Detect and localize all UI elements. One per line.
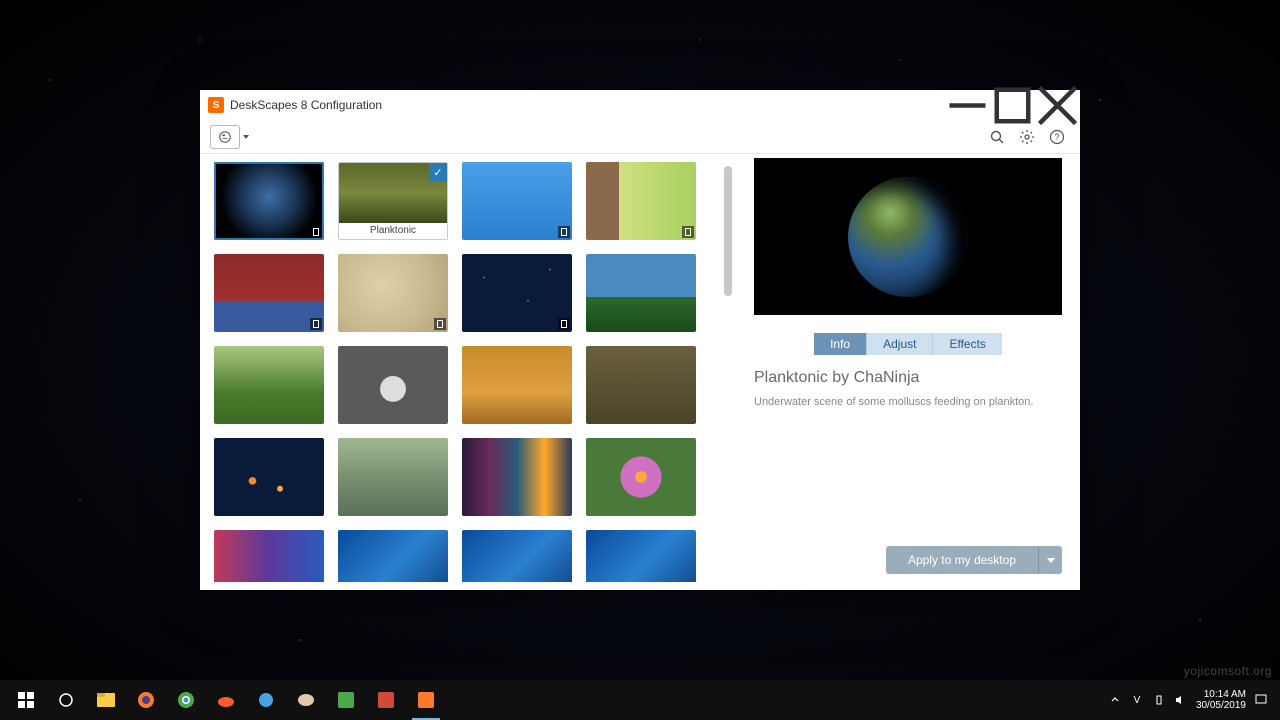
search-button[interactable] [984,124,1010,150]
app-window: S DeskScapes 8 Configuration ? [200,90,1080,590]
taskbar-app4[interactable] [326,680,366,720]
tab-info[interactable]: Info [814,333,867,355]
gear-icon [1019,129,1035,145]
green-app-icon [338,692,354,708]
taskbar-clock[interactable]: 10:14 AM 30/05/2019 [1196,689,1246,711]
cortana-icon [58,692,74,708]
help-icon: ? [1049,129,1065,145]
content-area: ✓ Planktonic [200,154,1080,590]
taskbar-chrome[interactable] [166,680,206,720]
thumb-space[interactable] [462,254,572,332]
thumb-island[interactable] [586,254,696,332]
folder-icon [97,693,115,707]
taskbar-app2[interactable] [246,680,286,720]
thumb-win3[interactable] [586,530,696,582]
thumb-planktonic[interactable]: ✓ Planktonic [338,162,448,240]
deskscapes-icon [418,692,434,708]
thumb-win2[interactable] [462,530,572,582]
thumb-ripple[interactable] [338,254,448,332]
preview-image [848,177,968,297]
thumb-label: Planktonic [339,223,447,239]
details-panel: Info Adjust Effects Planktonic by ChaNin… [736,154,1080,590]
taskbar: V 10:14 AM 30/05/2019 [0,680,1280,720]
watermark: yojicomsoft.org [1184,664,1272,678]
tray-volume-icon[interactable] [1174,693,1188,707]
chrome-icon [177,691,195,709]
category-dropdown[interactable] [210,125,240,149]
tab-effects[interactable]: Effects [933,333,1001,355]
preview-pane [754,158,1062,315]
svg-text:?: ? [1054,132,1059,142]
category-icon [218,130,232,144]
video-badge-icon [310,226,322,238]
thumb-earth[interactable] [214,162,324,240]
taskbar-app1[interactable] [206,680,246,720]
thumb-cats[interactable] [338,346,448,424]
thumb-wheat[interactable] [462,346,572,424]
palette-icon [297,691,315,709]
thumb-flower[interactable] [586,438,696,516]
wallpaper-gallery: ✓ Planktonic [214,162,714,582]
cortana-button[interactable] [46,680,86,720]
close-button[interactable] [1035,90,1080,120]
titlebar[interactable]: S DeskScapes 8 Configuration [200,90,1080,120]
thumb-atom[interactable] [214,438,324,516]
clock-time: 10:14 AM [1196,689,1246,700]
settings-button[interactable] [1014,124,1040,150]
thumb-car[interactable] [214,254,324,332]
tray-app-icon[interactable]: V [1130,693,1144,707]
wallpaper-title: Planktonic by ChaNinja [754,369,1062,387]
thumb-bark[interactable] [586,162,696,240]
start-button[interactable] [6,680,46,720]
cloud-icon [217,691,235,709]
tray-notifications-icon[interactable] [1254,693,1268,707]
app-icon: S [208,97,224,113]
search-icon [989,129,1005,145]
video-badge-icon [558,226,570,238]
taskbar-app5[interactable] [366,680,406,720]
check-icon: ✓ [429,163,447,181]
video-badge-icon [310,318,322,330]
thumb-dirt[interactable] [586,346,696,424]
detail-tabs: Info Adjust Effects [754,333,1062,355]
help-button[interactable]: ? [1044,124,1070,150]
gallery-scrollbar[interactable] [724,166,732,296]
video-badge-icon [434,318,446,330]
thumb-bars[interactable] [214,530,324,582]
video-badge-icon [558,318,570,330]
taskbar-explorer[interactable] [86,680,126,720]
firefox-icon [137,691,155,709]
apply-dropdown[interactable] [1038,546,1062,574]
windows-icon [18,692,34,708]
paint-icon [257,691,275,709]
red-app-icon [378,692,394,708]
thumb-blue[interactable] [462,162,572,240]
apply-button-group: Apply to my desktop [886,546,1062,574]
thumb-aurora[interactable] [462,438,572,516]
clock-date: 30/05/2019 [1196,700,1246,711]
minimize-button[interactable] [945,90,990,120]
taskbar-app3[interactable] [286,680,326,720]
tray-network-icon[interactable] [1152,693,1166,707]
window-title: DeskScapes 8 Configuration [230,98,945,112]
maximize-button[interactable] [990,90,1035,120]
thumb-road[interactable] [338,438,448,516]
tray-chevron-icon[interactable] [1108,693,1122,707]
taskbar-firefox[interactable] [126,680,166,720]
wallpaper-description: Underwater scene of some molluscs feedin… [754,395,1062,410]
system-tray: V 10:14 AM 30/05/2019 [1108,689,1274,711]
apply-button[interactable]: Apply to my desktop [886,546,1038,574]
thumb-win1[interactable] [338,530,448,582]
toolbar: ? [200,120,1080,154]
thumb-golf[interactable] [214,346,324,424]
taskbar-deskscapes[interactable] [406,680,446,720]
window-controls [945,90,1080,120]
video-badge-icon [682,226,694,238]
tab-adjust[interactable]: Adjust [867,333,933,355]
